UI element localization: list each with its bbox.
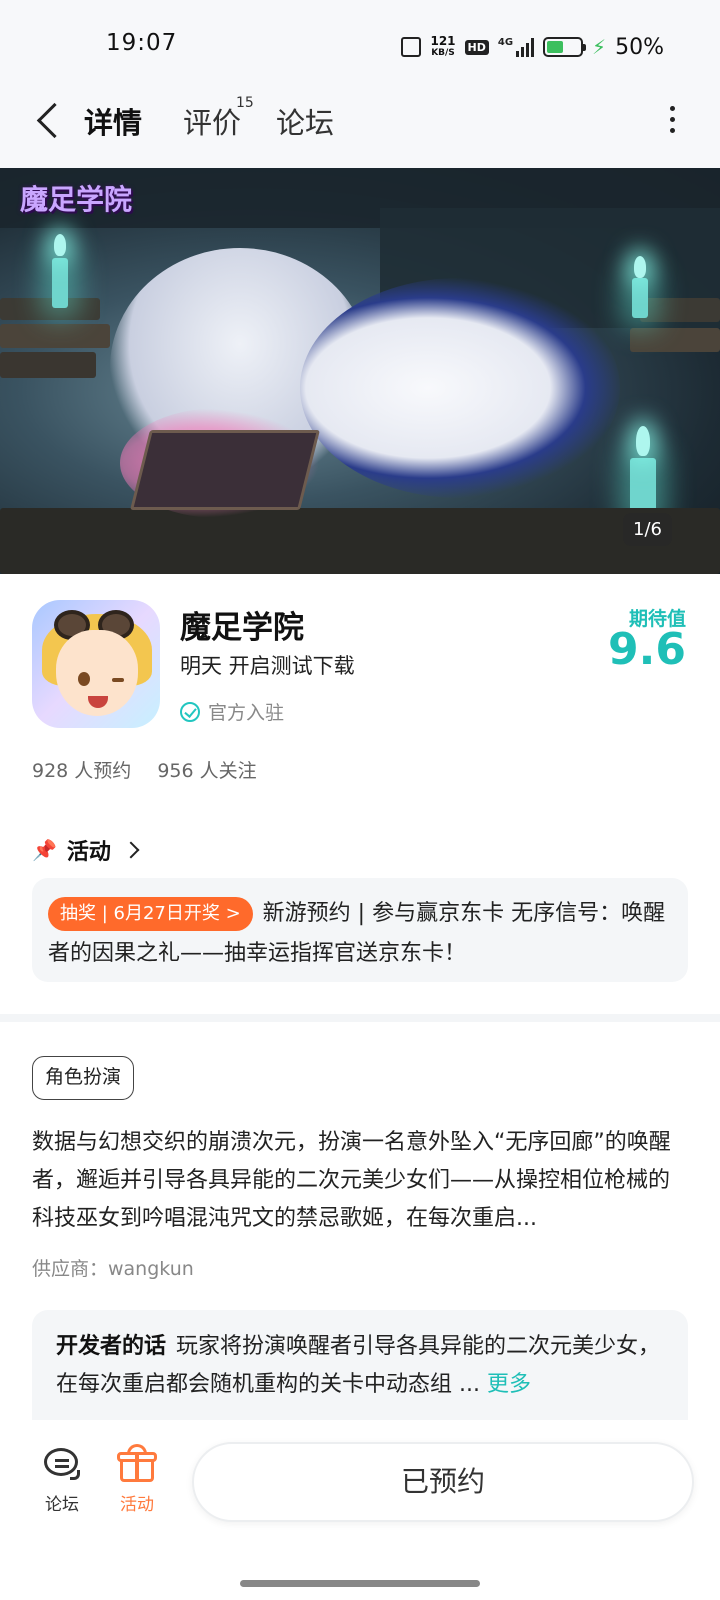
- tab-detail[interactable]: 详情: [82, 100, 145, 146]
- candle-flame: [636, 426, 650, 456]
- candle: [632, 278, 648, 318]
- net-speed: 121 KB/S: [430, 35, 455, 59]
- bottom-forum-label: 论坛: [45, 1495, 79, 1515]
- game-release-note: 明天 开启测试下载: [180, 654, 355, 678]
- hd-icon: HD: [464, 39, 489, 55]
- home-indicator[interactable]: [240, 1580, 480, 1587]
- follower-count: 956 人关注: [157, 760, 257, 782]
- game-title: 魔足学院: [180, 610, 304, 646]
- game-stats: 928 人预约 956 人关注: [32, 756, 257, 783]
- book: [130, 430, 320, 510]
- bottom-activity-button[interactable]: 活动: [107, 1444, 167, 1515]
- game-icon: [32, 600, 160, 728]
- net-speed-unit: KB/S: [431, 48, 455, 58]
- battery-icon: [543, 37, 587, 57]
- charging-icon: ⚡: [592, 35, 607, 59]
- review-count-badge: 15: [236, 95, 254, 111]
- back-icon[interactable]: [34, 98, 64, 142]
- tab-forum[interactable]: 论坛: [276, 100, 334, 142]
- character-body: [300, 278, 620, 498]
- bottom-activity-label: 活动: [120, 1495, 154, 1515]
- tab-review-label: 评价: [183, 106, 242, 140]
- activity-card[interactable]: 抽奖 | 6月27日开奖 > 新游预约 | 参与赢京东卡 无序信号：唤醒者的因果之…: [32, 878, 688, 982]
- banner-carousel[interactable]: 魔足学院 1/6: [0, 168, 720, 574]
- candle-flame: [54, 234, 66, 256]
- floor: [0, 508, 720, 574]
- official-label: 官方入驻: [208, 702, 285, 724]
- reserved-button[interactable]: 已预约: [192, 1442, 694, 1522]
- banner-page-counter: 1/6: [623, 513, 672, 546]
- developer-note[interactable]: 开发者的话 玩家将扮演唤醒者引导各具异能的二次元美少女，在每次重启都会随机重构的关…: [32, 1310, 688, 1420]
- net-speed-value: 121: [430, 34, 456, 48]
- tab-review[interactable]: 评价: [183, 100, 241, 142]
- more-link[interactable]: 更多: [487, 1372, 531, 1397]
- expect-score: 9.6: [608, 624, 686, 675]
- signal-icon: [516, 37, 535, 57]
- more-icon[interactable]: [664, 106, 680, 136]
- tab-detail-label: 详情: [84, 106, 143, 140]
- lottery-tag[interactable]: 抽奖 | 6月27日开奖 >: [48, 897, 253, 931]
- banner-logo: 魔足学院: [20, 183, 133, 216]
- supplier-info: 供应商：wangkun: [32, 1258, 194, 1280]
- status-icons: 121 KB/S HD 4G ⚡ 50%: [401, 30, 664, 64]
- game-description[interactable]: 数据与幻想交织的崩溃次元，扮演一名意外坠入“无序回廊”的唤醒者，邂逅并引导各具异…: [32, 1124, 688, 1238]
- genre-tag[interactable]: 角色扮演: [32, 1056, 135, 1100]
- book: [630, 328, 720, 352]
- book: [0, 352, 96, 378]
- status-time: 19:07: [106, 30, 178, 56]
- official-badge: 官方入驻: [180, 698, 284, 725]
- pin-icon: 📌: [32, 838, 57, 862]
- tab-forum-label: 论坛: [276, 106, 335, 140]
- book: [0, 298, 100, 320]
- developer-note-label: 开发者的话: [56, 1334, 167, 1359]
- check-circle-icon: [180, 701, 200, 722]
- network-type: 4G: [497, 36, 514, 48]
- vibrate-icon: [401, 37, 422, 57]
- candle-flame: [634, 256, 646, 278]
- battery-percent: 50%: [615, 34, 664, 60]
- section-divider: [0, 1014, 720, 1022]
- book: [0, 324, 110, 348]
- bottom-forum-button[interactable]: 论坛: [32, 1444, 92, 1515]
- candle: [52, 258, 68, 308]
- book: [640, 298, 720, 322]
- status-bar: 19:07 121 KB/S HD 4G ⚡ 50%: [0, 0, 720, 88]
- reservation-count: 928 人预约: [32, 760, 132, 782]
- activity-header[interactable]: 📌 活动: [32, 834, 140, 866]
- chevron-right-icon: [122, 841, 140, 859]
- gift-icon: [115, 1444, 159, 1484]
- forum-icon: [40, 1444, 84, 1484]
- activity-title: 活动: [66, 840, 111, 865]
